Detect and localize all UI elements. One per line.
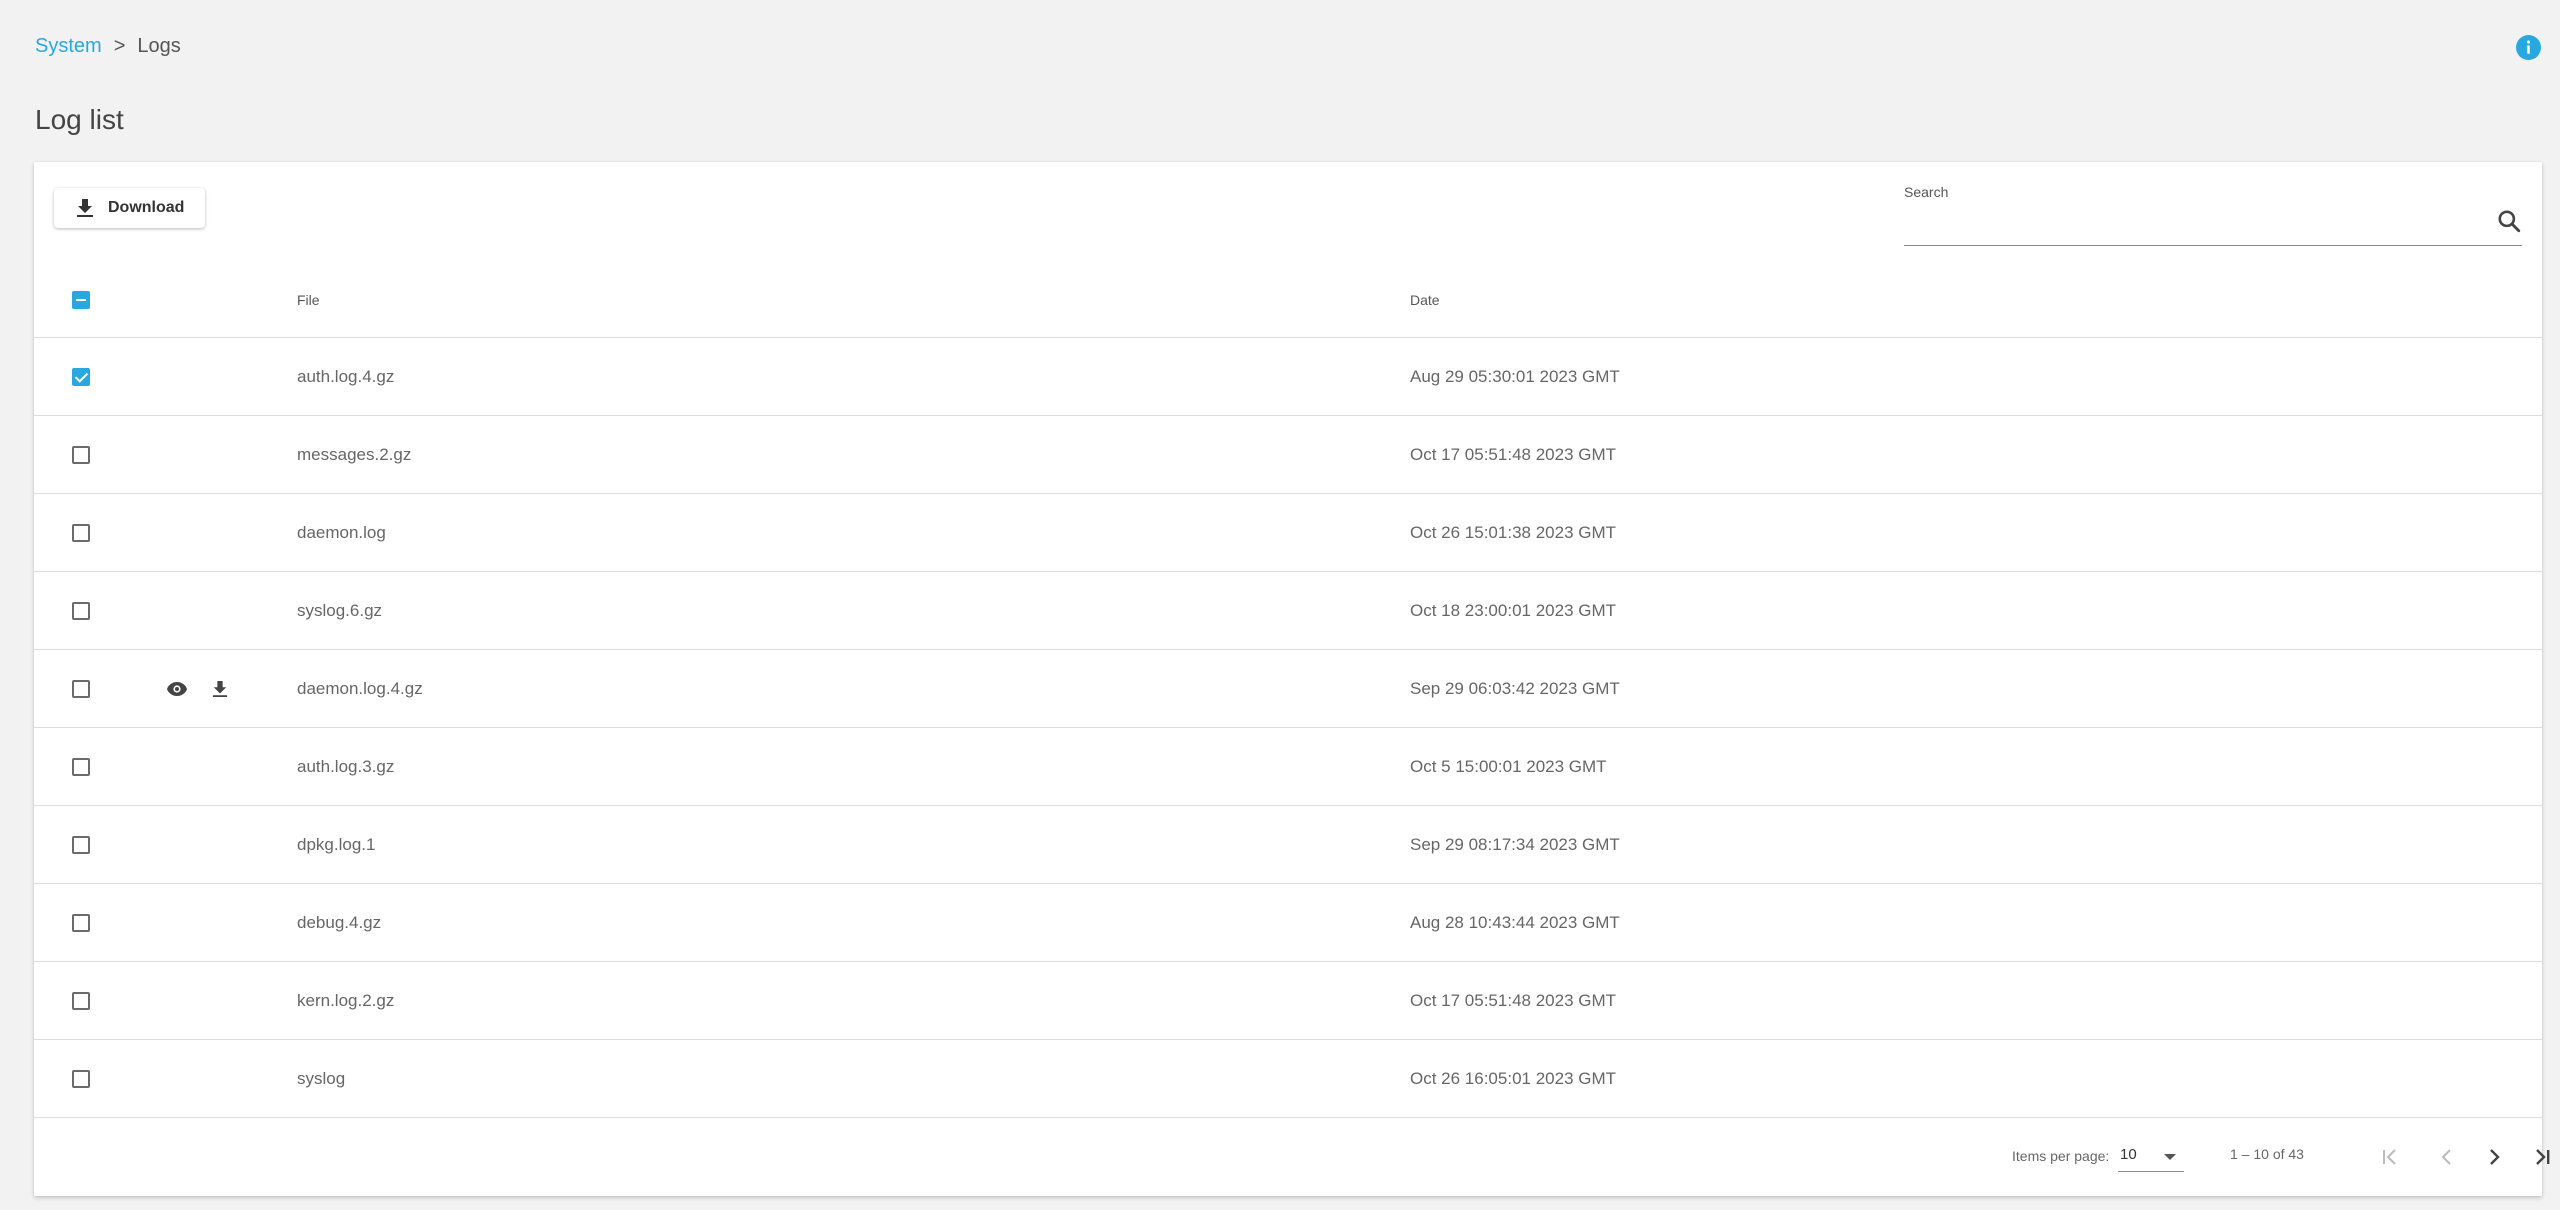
row-checkbox[interactable] (72, 913, 90, 932)
row-checkbox-box (72, 1069, 90, 1088)
file-name: auth.log.4.gz (297, 366, 395, 386)
file-name: daemon.log.4.gz (297, 678, 423, 698)
table-row[interactable]: daemon.log Oct 26 15:01:38 2023 GMT (34, 494, 2542, 572)
search-input[interactable] (1904, 210, 2474, 240)
select-all-checkbox[interactable] (72, 290, 90, 309)
breadcrumb-current: Logs (137, 35, 181, 57)
next-page-button[interactable] (2477, 1140, 2511, 1174)
file-name: messages.2.gz (297, 444, 412, 464)
column-header-file[interactable]: File (297, 292, 320, 308)
file-name: debug.4.gz (297, 912, 382, 932)
table-row[interactable]: debug.4.gz Aug 28 10:43:44 2023 GMT (34, 884, 2542, 962)
last-page-icon (2536, 1149, 2550, 1165)
row-checkbox-box (72, 367, 90, 386)
row-checkbox-box (72, 835, 90, 854)
file-date: Aug 28 10:43:44 2023 GMT (1410, 912, 1620, 932)
search-label: Search (1904, 184, 1949, 200)
dropdown-arrow-icon (2164, 1154, 2176, 1160)
row-checkbox-box (72, 913, 90, 932)
search-field: Search (1904, 184, 2522, 246)
download-button-label: Download (108, 199, 185, 216)
search-icon[interactable] (2496, 208, 2522, 234)
last-page-button[interactable] (2525, 1140, 2559, 1174)
row-checkbox[interactable] (72, 601, 90, 620)
download-icon[interactable] (212, 680, 228, 698)
chevron-left-icon (2441, 1149, 2451, 1165)
file-date: Sep 29 06:03:42 2023 GMT (1410, 678, 1620, 698)
row-checkbox[interactable] (72, 757, 90, 776)
row-checkbox[interactable] (72, 367, 90, 386)
row-checkbox[interactable] (72, 991, 90, 1010)
info-icon[interactable] (2516, 35, 2541, 60)
file-date: Sep 29 08:17:34 2023 GMT (1410, 834, 1620, 854)
page-range-label: 1 – 10 of 43 (2230, 1146, 2304, 1162)
table-row[interactable]: auth.log.3.gz Oct 5 15:00:01 2023 GMT (34, 728, 2542, 806)
table-row[interactable]: messages.2.gz Oct 17 05:51:48 2023 GMT (34, 416, 2542, 494)
file-name: kern.log.2.gz (297, 990, 395, 1010)
paginator: Items per page: 10 1 – 10 of 43 (34, 1120, 2550, 1196)
chevron-right-icon (2490, 1149, 2500, 1165)
row-checkbox-box (72, 445, 90, 464)
column-header-date[interactable]: Date (1410, 292, 1440, 308)
items-per-page-value: 10 (2120, 1146, 2137, 1163)
download-button[interactable]: Download (54, 188, 205, 228)
table-row[interactable]: syslog Oct 26 16:05:01 2023 GMT (34, 1040, 2542, 1118)
file-date: Aug 29 05:30:01 2023 GMT (1410, 366, 1620, 386)
file-date: Oct 26 16:05:01 2023 GMT (1410, 1068, 1617, 1088)
file-name: auth.log.3.gz (297, 756, 395, 776)
breadcrumb-link-system[interactable]: System (35, 35, 102, 58)
table-row[interactable]: daemon.log.4.gz Sep 29 06:03:42 2023 GMT (34, 650, 2542, 728)
row-checkbox-box (72, 679, 90, 698)
row-checkbox-box (72, 601, 90, 620)
items-per-page-label: Items per page: (2012, 1148, 2110, 1164)
previous-page-button[interactable] (2430, 1140, 2464, 1174)
breadcrumb-separator: > (113, 35, 126, 57)
table-header-row: File Date (34, 262, 2542, 338)
row-checkbox[interactable] (72, 835, 90, 854)
file-name: syslog.6.gz (297, 600, 383, 620)
file-name: daemon.log (297, 522, 386, 542)
first-page-icon (2383, 1149, 2396, 1165)
items-per-page-select[interactable]: 10 (2118, 1140, 2184, 1172)
file-name: syslog (297, 1068, 346, 1088)
first-page-button[interactable] (2373, 1140, 2407, 1174)
row-checkbox[interactable] (72, 679, 90, 698)
log-table: File Date auth.log.4.gz Aug 29 05:30:01 … (34, 262, 2542, 1118)
table-row[interactable]: dpkg.log.1 Sep 29 08:17:34 2023 GMT (34, 806, 2542, 884)
log-list-card: Download Search File Date auth.log.4.gz … (34, 162, 2550, 1196)
file-date: Oct 17 05:51:48 2023 GMT (1410, 990, 1617, 1010)
select-all-checkbox-box (72, 290, 90, 309)
row-checkbox[interactable] (72, 523, 90, 542)
row-checkbox-box (72, 523, 90, 542)
row-actions (166, 680, 228, 698)
file-date: Oct 18 23:00:01 2023 GMT (1410, 600, 1617, 620)
page-title: Log list (35, 104, 124, 135)
eye-icon[interactable] (166, 681, 188, 697)
table-row[interactable]: auth.log.4.gz Aug 29 05:30:01 2023 GMT (34, 338, 2542, 416)
file-date: Oct 26 15:01:38 2023 GMT (1410, 522, 1617, 542)
table-row[interactable]: syslog.6.gz Oct 18 23:00:01 2023 GMT (34, 572, 2542, 650)
breadcrumb: System > Logs (35, 35, 181, 58)
row-checkbox-box (72, 991, 90, 1010)
row-checkbox[interactable] (72, 1069, 90, 1088)
download-icon (77, 199, 93, 217)
file-name: dpkg.log.1 (297, 834, 376, 854)
row-checkbox[interactable] (72, 445, 90, 464)
file-date: Oct 5 15:00:01 2023 GMT (1410, 756, 1607, 776)
file-date: Oct 17 05:51:48 2023 GMT (1410, 444, 1617, 464)
table-row[interactable]: kern.log.2.gz Oct 17 05:51:48 2023 GMT (34, 962, 2542, 1040)
row-checkbox-box (72, 757, 90, 776)
